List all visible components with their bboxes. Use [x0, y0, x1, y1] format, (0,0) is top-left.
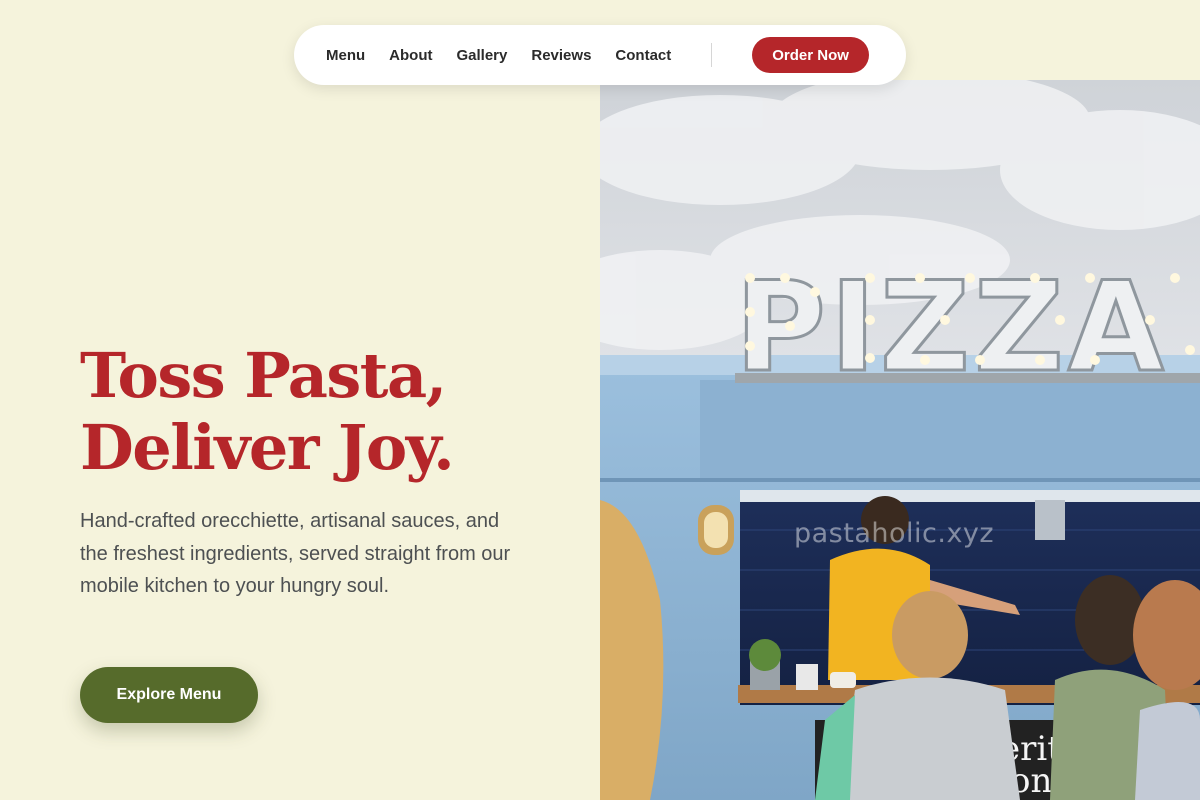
explore-menu-button[interactable]: Explore Menu [80, 667, 258, 723]
hero-description: Hand-crafted orecchiette, artisanal sauc… [80, 510, 511, 597]
nav-link-reviews[interactable]: Reviews [531, 47, 591, 64]
hero-title-line-2: Deliver Joy. [80, 411, 455, 484]
nav-link-contact[interactable]: Contact [615, 47, 671, 64]
hero-title: Toss Pasta, Deliver Joy. [80, 340, 580, 484]
nav-links: Menu About Gallery Reviews Contact [326, 47, 695, 64]
extractor-fan [1035, 500, 1065, 540]
window-hood [740, 490, 1200, 502]
hero-image-food-truck: f erit oni PIZZA [600, 80, 1200, 800]
nav-link-gallery[interactable]: Gallery [457, 47, 508, 64]
order-now-button[interactable]: Order Now [752, 37, 869, 73]
food-truck-illustration: f erit oni PIZZA [600, 80, 1200, 800]
top-navigation: Menu About Gallery Reviews Contact Order… [294, 25, 906, 85]
hero-title-line-1: Toss Pasta, [80, 339, 447, 412]
nav-link-menu[interactable]: Menu [326, 47, 365, 64]
wall-lamp [698, 505, 734, 555]
pizza-sign-text: PIZZA [735, 256, 1168, 400]
pizza-marquee-sign: PIZZA [734, 255, 1200, 402]
nav-link-about[interactable]: About [389, 47, 432, 64]
nav-divider [711, 43, 713, 67]
